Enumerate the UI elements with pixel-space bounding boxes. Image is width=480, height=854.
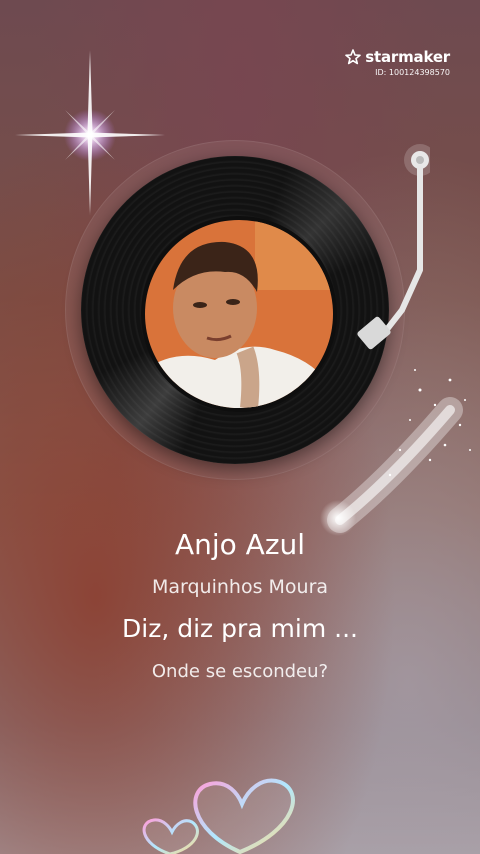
brand-logo: starmaker xyxy=(345,48,450,66)
current-lyric: Diz, diz pra mim ... xyxy=(122,614,358,643)
glitter-spray-icon xyxy=(320,369,471,536)
brand-name: starmaker xyxy=(365,48,450,66)
next-lyric: Onde se escondeu? xyxy=(151,661,329,682)
artist-name: Marquinhos Moura xyxy=(151,576,329,598)
tonearm-icon[interactable] xyxy=(340,140,430,380)
starmaker-brand: starmaker ID: 100124398570 xyxy=(345,48,450,77)
star-logo-icon xyxy=(345,49,362,65)
song-title: Anjo Azul xyxy=(174,528,306,561)
user-id: ID: 100124398570 xyxy=(375,68,450,77)
hearts-icon xyxy=(142,778,295,854)
